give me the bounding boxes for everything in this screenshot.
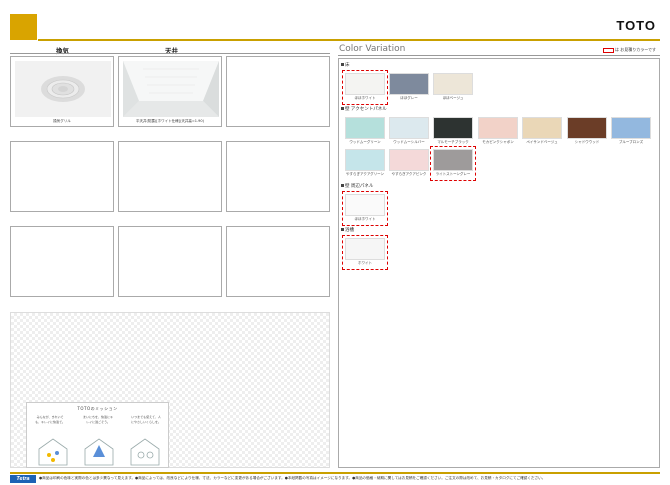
accent-panel-swatch[interactable]: シャドウウッド [566,116,608,147]
ventilation-photo-panel: 換気グリル [10,56,114,127]
empty-photo-panel [226,141,330,212]
swatch-label: ほほベージュ [442,96,464,100]
standard-color-chip [602,47,614,53]
color-variation-divider [338,55,660,56]
mission-illustration [38,438,160,466]
swatch-color [478,117,518,139]
brand-accent-block [10,14,37,40]
swatch-color [345,194,385,216]
swatch-color [345,149,385,171]
swatch-label: マルモーチブラック [437,140,469,144]
mission-title: TOTOのミッション [77,406,118,411]
floor-swatch[interactable]: ほほホワイト [342,70,388,105]
swatch-color [345,238,385,260]
bathtub-section-heading: 浴槽 [341,227,354,233]
accent-panel-swatch[interactable]: ウッドムーグリーン [344,116,386,147]
swatch-label: ほほホワイト [354,217,376,221]
tetra-logo: Tetra [10,475,36,483]
empty-photo-panel [226,226,330,297]
swatch-color [389,149,429,171]
wall-panel-swatch[interactable]: ほほホワイト [342,191,388,226]
swatch-label: ほほグレー [400,96,418,100]
swatch-label: やすらぎアクアグリーン [346,172,384,176]
swatch-label: ライトストーングレー [435,172,471,176]
swatch-color [389,117,429,139]
floor-swatch[interactable]: ほほグレー [388,72,430,103]
swatch-color [567,117,607,139]
accent-panel-swatch[interactable]: ウッドムーシルバー [388,116,430,147]
mission-text: まいにちを、快適にキレイに過ごそう。 [83,415,114,424]
accent-panel-swatch[interactable]: ライトストーングレー [430,146,476,181]
empty-photo-panel [118,141,222,212]
empty-photo-panel [10,141,114,212]
swatch-color [345,117,385,139]
footer-divider [10,472,660,474]
floor-swatch[interactable]: ほほベージュ [432,72,474,103]
swatch-color [433,149,473,171]
swatch-label: ウッドムーシルバー [393,140,425,144]
mission-text: いつまでも使えて、人にやさしいくらしを。 [131,415,162,424]
footer-disclaimer: ●商品は印刷の色味と実際の色とは多少異なって見えます。●商品によっては、改良など… [39,476,546,480]
swatch-label: ブルーブロンズ [618,140,644,144]
mission-text: みんなが、きれいでも、キレイに快適で。 [35,415,65,424]
accent-panel-swatch[interactable]: やすらぎアクアグリーン [344,148,386,179]
swatch-label: ホワイト [358,261,372,265]
swatch-label: ほほホワイト [354,96,376,100]
swatch-label: やすらぎアクアピンク [391,172,427,176]
swatch-label: モカピンクシャボン [482,140,514,144]
standard-color-legend: は お見積りカラーです [602,47,656,53]
swatch-color [611,117,651,139]
swatch-color [389,73,429,95]
floor-section-heading: 床 [341,62,350,68]
empty-photo-panel [226,56,330,127]
swatch-label: シャドウウッド [574,140,600,144]
photo-caption: 換気グリル [53,119,71,123]
accent-panel-section-heading: 壁 アクセントパネル [341,106,387,112]
empty-photo-panel [10,226,114,297]
accent-panel-swatch[interactable]: ペイサンドベージュ [521,116,563,147]
accent-panel-swatch[interactable]: やすらぎアクアピンク [388,148,430,179]
ventilation-grill-image [15,61,111,117]
swatch-color [433,73,473,95]
accent-panel-swatch[interactable]: マルモーチブラック [432,116,474,147]
color-variation-title: Color Variation [339,44,406,54]
photo-caption: 平天井(防露)[ホワイト仕様](天井高=1.90) [136,119,204,123]
column-heading-divider [10,53,330,54]
ceiling-image [123,61,219,117]
standard-color-note: は お見積りカラーです [614,47,656,52]
mission-box: TOTOのミッション みんなが、きれいでも、キレイに快適で。 まいにちを、快適に… [26,402,169,468]
swatch-label: ウッドムーグリーン [349,140,381,144]
accent-panel-swatch[interactable]: ブルーブロンズ [610,116,652,147]
ceiling-photo-panel: 平天井(防露)[ホワイト仕様](天井高=1.90) [118,56,222,127]
brand-logo: TOTO [616,18,656,33]
swatch-label: ペイサンドベージュ [526,140,558,144]
accent-panel-swatch[interactable]: モカピンクシャボン [477,116,519,147]
header-divider [38,39,660,41]
swatch-color [522,117,562,139]
bathtub-swatch[interactable]: ホワイト [342,235,388,270]
wall-panel-section-heading: 壁 周辺パネル [341,183,373,189]
swatch-color [345,73,385,95]
empty-photo-panel [118,226,222,297]
swatch-color [433,117,473,139]
